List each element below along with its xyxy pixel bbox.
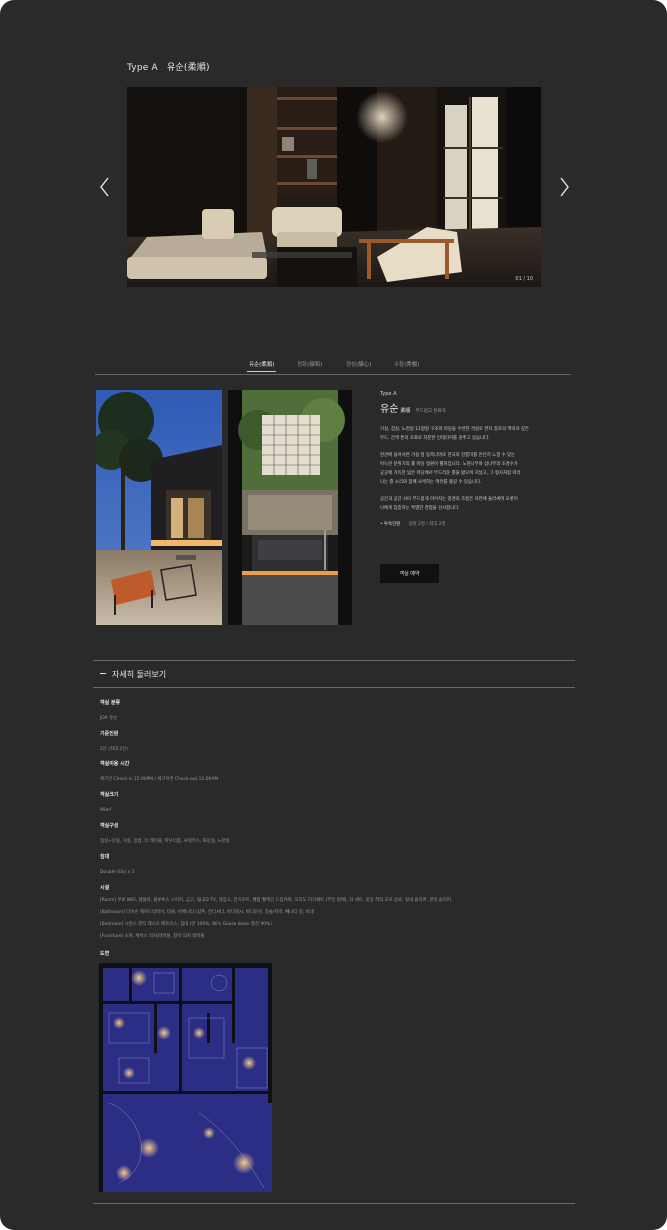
room-info-panel: Type A 유순 柔順 부드럽고 온화하 거실, 침실, 노천탕 11평형 구조와… bbox=[380, 391, 560, 527]
room-desc-1: 거실, 침실, 노천탕 11평형 구조와 마당을 수반한 객실로 한지 창호의 … bbox=[380, 427, 529, 441]
divider bbox=[93, 660, 575, 661]
spec-title: 객실이용 시간 bbox=[100, 761, 130, 767]
spec-value: 체크인 Check-in 15:00PM / 체크아웃 Check-out 11… bbox=[100, 777, 219, 782]
chevron-left-icon bbox=[100, 177, 109, 197]
spec-value-list: [Room] 무료 WiFi, 샘플북, 블루투스 스피커, 금고, QLED … bbox=[100, 895, 451, 943]
spec-value: 99m² bbox=[100, 808, 112, 813]
carousel-counter: 01 / 10 bbox=[515, 276, 533, 282]
page-frame: Type A 유순(柔順) 01 / 10 유순(柔順) 정화(靜和) 정심(靜… bbox=[0, 0, 667, 1230]
spec-layout: 객실구성 침실+다실, 거실, 응접, 티 테이블, 파우더룸, 샤워부스, 화… bbox=[100, 822, 230, 847]
facility-furniture: [Furniture] 소파, 체아스 의자/테이블, 창덕 의자 테이블 bbox=[100, 934, 205, 939]
spec-value: Double (Gk) x 1 bbox=[100, 870, 135, 875]
divider bbox=[93, 687, 575, 688]
spec-value: JOA 유순 bbox=[100, 716, 118, 721]
tab-yusun[interactable]: 유순(柔順) bbox=[246, 360, 277, 372]
occupancy-row: • 투숙인원 정원 2명 / 최대 2명 bbox=[380, 521, 560, 527]
tab-junghwa[interactable]: 정화(靜和) bbox=[297, 360, 322, 368]
details-toggle[interactable]: 자세히 둘러보기 bbox=[100, 669, 166, 680]
floorplan-label: 도면 bbox=[100, 951, 110, 957]
room-type-tag: Type A bbox=[380, 391, 397, 397]
room-desc-3: 공간과 공간 사이 부드럽게 이어지는 풍경의 흐름은 자연에 둘러싸여 오롯이… bbox=[380, 497, 518, 511]
bullet-icon: • bbox=[380, 522, 383, 527]
spec-title: 객실크기 bbox=[100, 792, 119, 798]
room-name: 유순(柔順) bbox=[166, 63, 210, 73]
facility-room: [Room] 무료 WiFi, 샘플북, 블루투스 스피커, 금고, QLED … bbox=[100, 898, 451, 903]
room-name-hanja: 柔順 bbox=[400, 408, 411, 414]
carousel-prev-button[interactable] bbox=[98, 176, 112, 198]
spec-facilities: 시설 [Room] 무료 WiFi, 샘플북, 블루투스 스피커, 금고, QL… bbox=[100, 884, 451, 943]
spec-title: 침대 bbox=[100, 854, 110, 860]
spec-room-class: 객실 분류 JOA 유순 bbox=[100, 699, 120, 724]
spec-hours: 객실이용 시간 체크인 Check-in 15:00PM / 체크아웃 Chec… bbox=[100, 760, 218, 785]
reserve-button[interactable]: 객실 예약 bbox=[380, 564, 439, 583]
occupancy-value: 정원 2명 / 최대 2명 bbox=[408, 522, 446, 527]
chevron-right-icon bbox=[560, 177, 569, 197]
spec-title: 기준인원 bbox=[100, 731, 119, 737]
room-name-korean: 유순 bbox=[380, 404, 399, 415]
bath-photo bbox=[228, 390, 352, 625]
spec-bed: 침대 Double (Gk) x 1 bbox=[100, 853, 135, 878]
spec-value: 2인 (최대 2인) bbox=[100, 747, 128, 752]
room-tabs: 유순(柔順) 정화(靜和) 정심(靜心) 수창(秀暢) bbox=[95, 358, 571, 375]
carousel-next-button[interactable] bbox=[557, 176, 571, 198]
floorplan-section: 도면 bbox=[100, 950, 109, 957]
facility-bedroom: [Bedroom] 시몬스 뷰티 레스트 매트리스, 침대 (면 100%, 8… bbox=[100, 922, 272, 927]
spec-title: 시설 bbox=[100, 885, 110, 891]
type-label: Type A bbox=[127, 63, 158, 73]
divider bbox=[93, 1203, 575, 1204]
room-short-desc: 부드럽고 온화하 bbox=[415, 409, 446, 414]
room-type-title: Type A 유순(柔順) bbox=[127, 60, 210, 73]
minus-icon bbox=[100, 673, 106, 674]
hero-room-image: 01 / 10 bbox=[127, 87, 541, 287]
spec-title: 객실구성 bbox=[100, 823, 119, 829]
courtyard-photo bbox=[96, 390, 222, 625]
spec-size: 객실크기 99m² bbox=[100, 791, 118, 816]
room-desc-2: 현관에 들어서면 거실 앞 동쪽너머로 한국의 전통미를 온전히 느낄 수 있는… bbox=[380, 453, 521, 485]
living-room-photo bbox=[127, 87, 541, 287]
occupancy-label: 투숙인원 bbox=[384, 522, 401, 527]
tab-suchang[interactable]: 수창(秀暢) bbox=[394, 360, 419, 368]
spec-value: 침실+다실, 거실, 응접, 티 테이블, 파우더룸, 샤워부스, 화장실, 노… bbox=[100, 839, 230, 844]
room-name-heading: 유순 柔順 부드럽고 온화하 bbox=[380, 400, 560, 415]
spec-capacity: 기준인원 2인 (최대 2인) bbox=[100, 730, 128, 755]
spec-title: 객실 분류 bbox=[100, 700, 121, 706]
tab-jungsim[interactable]: 정심(靜心) bbox=[346, 360, 371, 368]
details-toggle-label: 자세히 둘러보기 bbox=[112, 670, 167, 679]
facility-bathroom: [Bathroom] 다이슨 헤어드라이어, 타올, 어메니티 (샴푸, 컨디셔… bbox=[100, 910, 314, 915]
floorplan-image bbox=[99, 963, 272, 1192]
